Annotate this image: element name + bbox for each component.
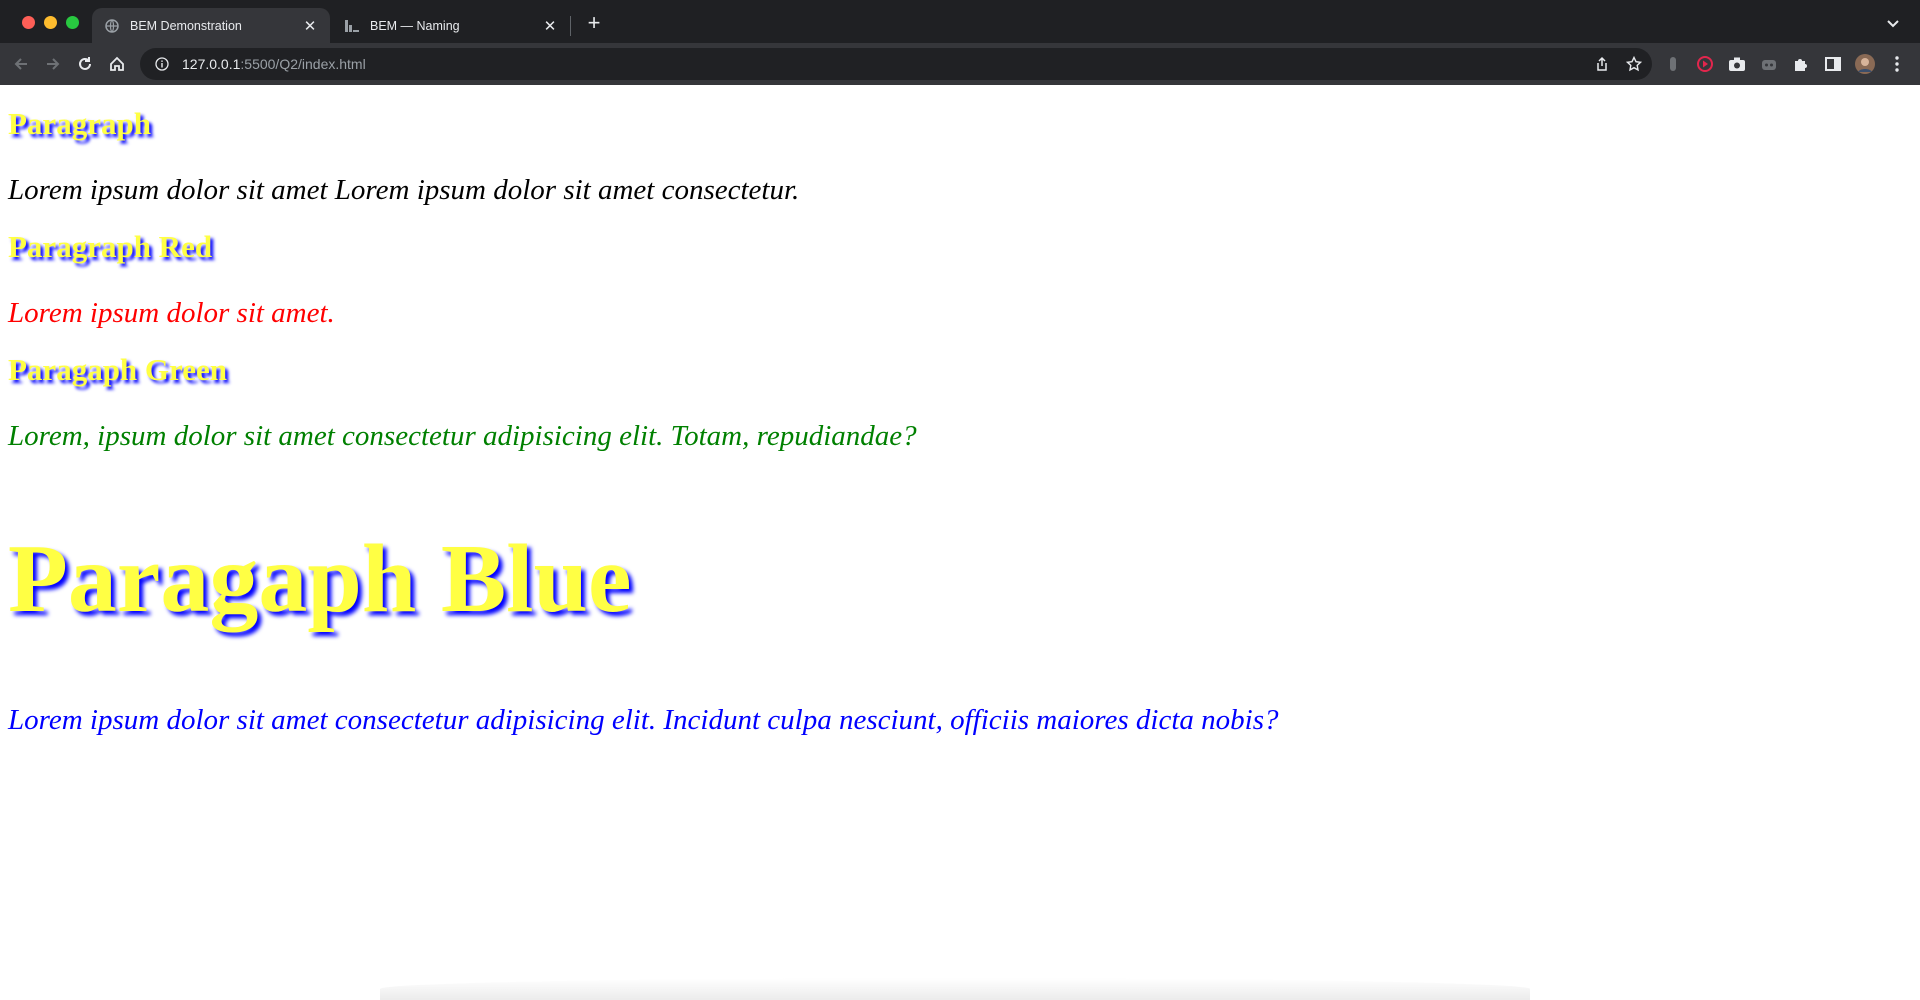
paragraph-red-text: Lorem ipsum dolor sit amet. bbox=[8, 297, 335, 329]
address-bar[interactable]: 127.0.0.1:5500/Q2/index.html bbox=[140, 48, 1652, 80]
maximize-window-button[interactable] bbox=[66, 16, 79, 29]
camera-icon[interactable] bbox=[1727, 54, 1747, 74]
paragraph-red-heading: Paragraph Red bbox=[8, 229, 213, 264]
star-bookmark-icon[interactable] bbox=[1624, 54, 1644, 74]
page-icon bbox=[344, 18, 360, 34]
paragraph-green-heading: Paragaph Green bbox=[8, 352, 227, 387]
side-panel-icon[interactable] bbox=[1823, 54, 1843, 74]
paragraph-text: Lorem ipsum dolor sit amet Lorem ipsum d… bbox=[8, 174, 800, 206]
tab-separator bbox=[570, 16, 571, 36]
window-controls bbox=[22, 16, 79, 29]
chevron-down-icon[interactable] bbox=[1884, 14, 1902, 32]
browser-toolbar: 127.0.0.1:5500/Q2/index.html bbox=[0, 43, 1920, 85]
paragraph-blue-text: Lorem ipsum dolor sit amet consectetur a… bbox=[8, 704, 1279, 736]
robot-icon[interactable] bbox=[1759, 54, 1779, 74]
share-icon[interactable] bbox=[1592, 54, 1612, 74]
paragraph-blue-heading: Paragaph Blue bbox=[8, 525, 632, 633]
kebab-menu-icon[interactable] bbox=[1887, 54, 1907, 74]
url-path: :5500/Q2/index.html bbox=[240, 56, 366, 72]
paragraph-green-text: Lorem, ipsum dolor sit amet consectetur … bbox=[8, 420, 917, 452]
close-icon[interactable]: ✕ bbox=[542, 18, 558, 35]
tab-bem-naming[interactable]: BEM — Naming ✕ bbox=[332, 8, 570, 43]
tab-title: BEM — Naming bbox=[370, 18, 460, 33]
tab-title: BEM Demonstration bbox=[130, 18, 242, 33]
close-window-button[interactable] bbox=[22, 16, 35, 29]
globe-icon bbox=[104, 18, 120, 34]
minimize-window-button[interactable] bbox=[44, 16, 57, 29]
new-tab-button[interactable]: + bbox=[582, 12, 606, 36]
extension-icon[interactable] bbox=[1663, 54, 1683, 74]
paragraph-heading: Paragraph bbox=[8, 106, 151, 141]
home-icon[interactable] bbox=[105, 52, 129, 76]
back-arrow-icon[interactable] bbox=[9, 52, 33, 76]
record-icon[interactable] bbox=[1695, 54, 1715, 74]
close-icon[interactable]: ✕ bbox=[302, 18, 318, 35]
tab-bem-demonstration[interactable]: BEM Demonstration ✕ bbox=[92, 8, 330, 43]
url-host: 127.0.0.1 bbox=[182, 56, 241, 72]
forward-arrow-icon[interactable] bbox=[41, 52, 65, 76]
page-content: Paragraph Lorem ipsum dolor sit amet Lor… bbox=[0, 106, 1920, 738]
bottom-shadow bbox=[380, 978, 1530, 1000]
info-icon[interactable] bbox=[154, 56, 170, 72]
puzzle-extensions-icon[interactable] bbox=[1791, 54, 1811, 74]
reload-icon[interactable] bbox=[73, 52, 97, 76]
avatar[interactable] bbox=[1855, 54, 1875, 74]
page-viewport: Paragraph Lorem ipsum dolor sit amet Lor… bbox=[0, 85, 1920, 1000]
browser-titlebar: BEM Demonstration ✕ BEM — Naming ✕ + bbox=[0, 0, 1920, 43]
